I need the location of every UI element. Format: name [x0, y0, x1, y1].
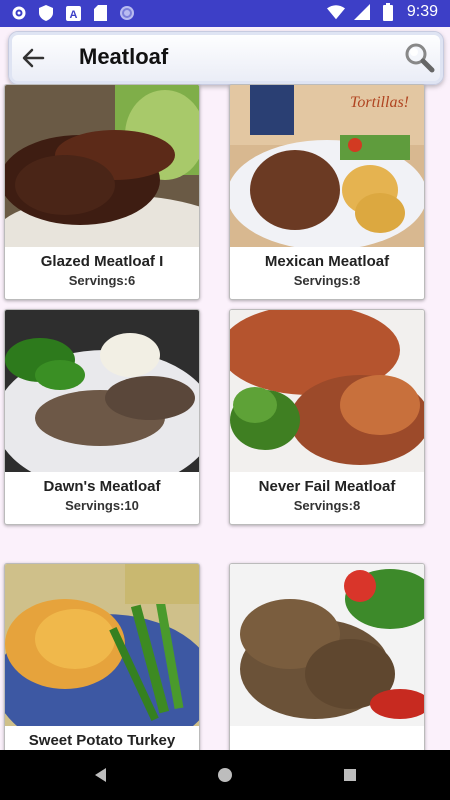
- sync-circle-icon: [118, 4, 136, 22]
- recipe-card[interactable]: [229, 563, 425, 750]
- recipe-image: [230, 310, 424, 472]
- recipe-title: Dawn's Meatloaf: [43, 478, 161, 495]
- back-triangle-icon[interactable]: [90, 765, 110, 785]
- recipe-title: Glazed Meatloaf I: [40, 253, 164, 270]
- recipe-servings: Servings:10: [65, 498, 139, 513]
- recipe-image: Tortillas!: [230, 85, 424, 247]
- recipe-card[interactable]: Tortillas! Mexican Meatloaf Servings:8: [229, 84, 425, 300]
- recipe-image: [5, 85, 199, 247]
- recipe-servings: Servings:8: [293, 498, 361, 513]
- status-bar: A 9:39: [0, 0, 450, 27]
- recipe-title: Never Fail Meatloaf: [258, 478, 396, 495]
- recipe-card[interactable]: Sweet Potato Turkey: [4, 563, 200, 750]
- sd-card-icon: [91, 4, 109, 22]
- recipe-card[interactable]: Dawn's Meatloaf Servings:10: [4, 309, 200, 525]
- recipe-servings: Servings:8: [293, 273, 361, 288]
- search-query[interactable]: Meatloaf: [79, 44, 168, 70]
- svg-text:A: A: [69, 9, 77, 21]
- gear-icon: [10, 4, 28, 22]
- recipe-title: Sweet Potato Turkey: [28, 732, 176, 749]
- recipe-card[interactable]: Never Fail Meatloaf Servings:8: [229, 309, 425, 525]
- navigation-bar: [0, 750, 450, 800]
- recipe-card[interactable]: Glazed Meatloaf I Servings:6: [4, 84, 200, 300]
- recipe-image: [230, 564, 424, 726]
- recents-square-icon[interactable]: [340, 765, 360, 785]
- shield-icon: [37, 4, 55, 22]
- recipe-image: [5, 564, 199, 726]
- recipe-image: [5, 310, 199, 472]
- search-icon[interactable]: [403, 41, 435, 73]
- battery-icon: [379, 3, 397, 21]
- recipe-servings: Servings:6: [68, 273, 136, 288]
- search-bar: Meatloaf: [8, 31, 444, 85]
- clock-time: 9:39: [406, 3, 438, 20]
- recipe-grid: Glazed Meatloaf I Servings:6 Tortillas! …: [0, 84, 450, 750]
- svg-text:Tortillas!: Tortillas!: [350, 94, 409, 111]
- home-circle-icon[interactable]: [215, 765, 235, 785]
- recipe-title: Mexican Meatloaf: [264, 253, 390, 270]
- signal-icon: [353, 3, 371, 21]
- back-arrow-icon[interactable]: [19, 44, 47, 72]
- wifi-icon: [326, 3, 345, 21]
- font-a-icon: A: [64, 4, 82, 22]
